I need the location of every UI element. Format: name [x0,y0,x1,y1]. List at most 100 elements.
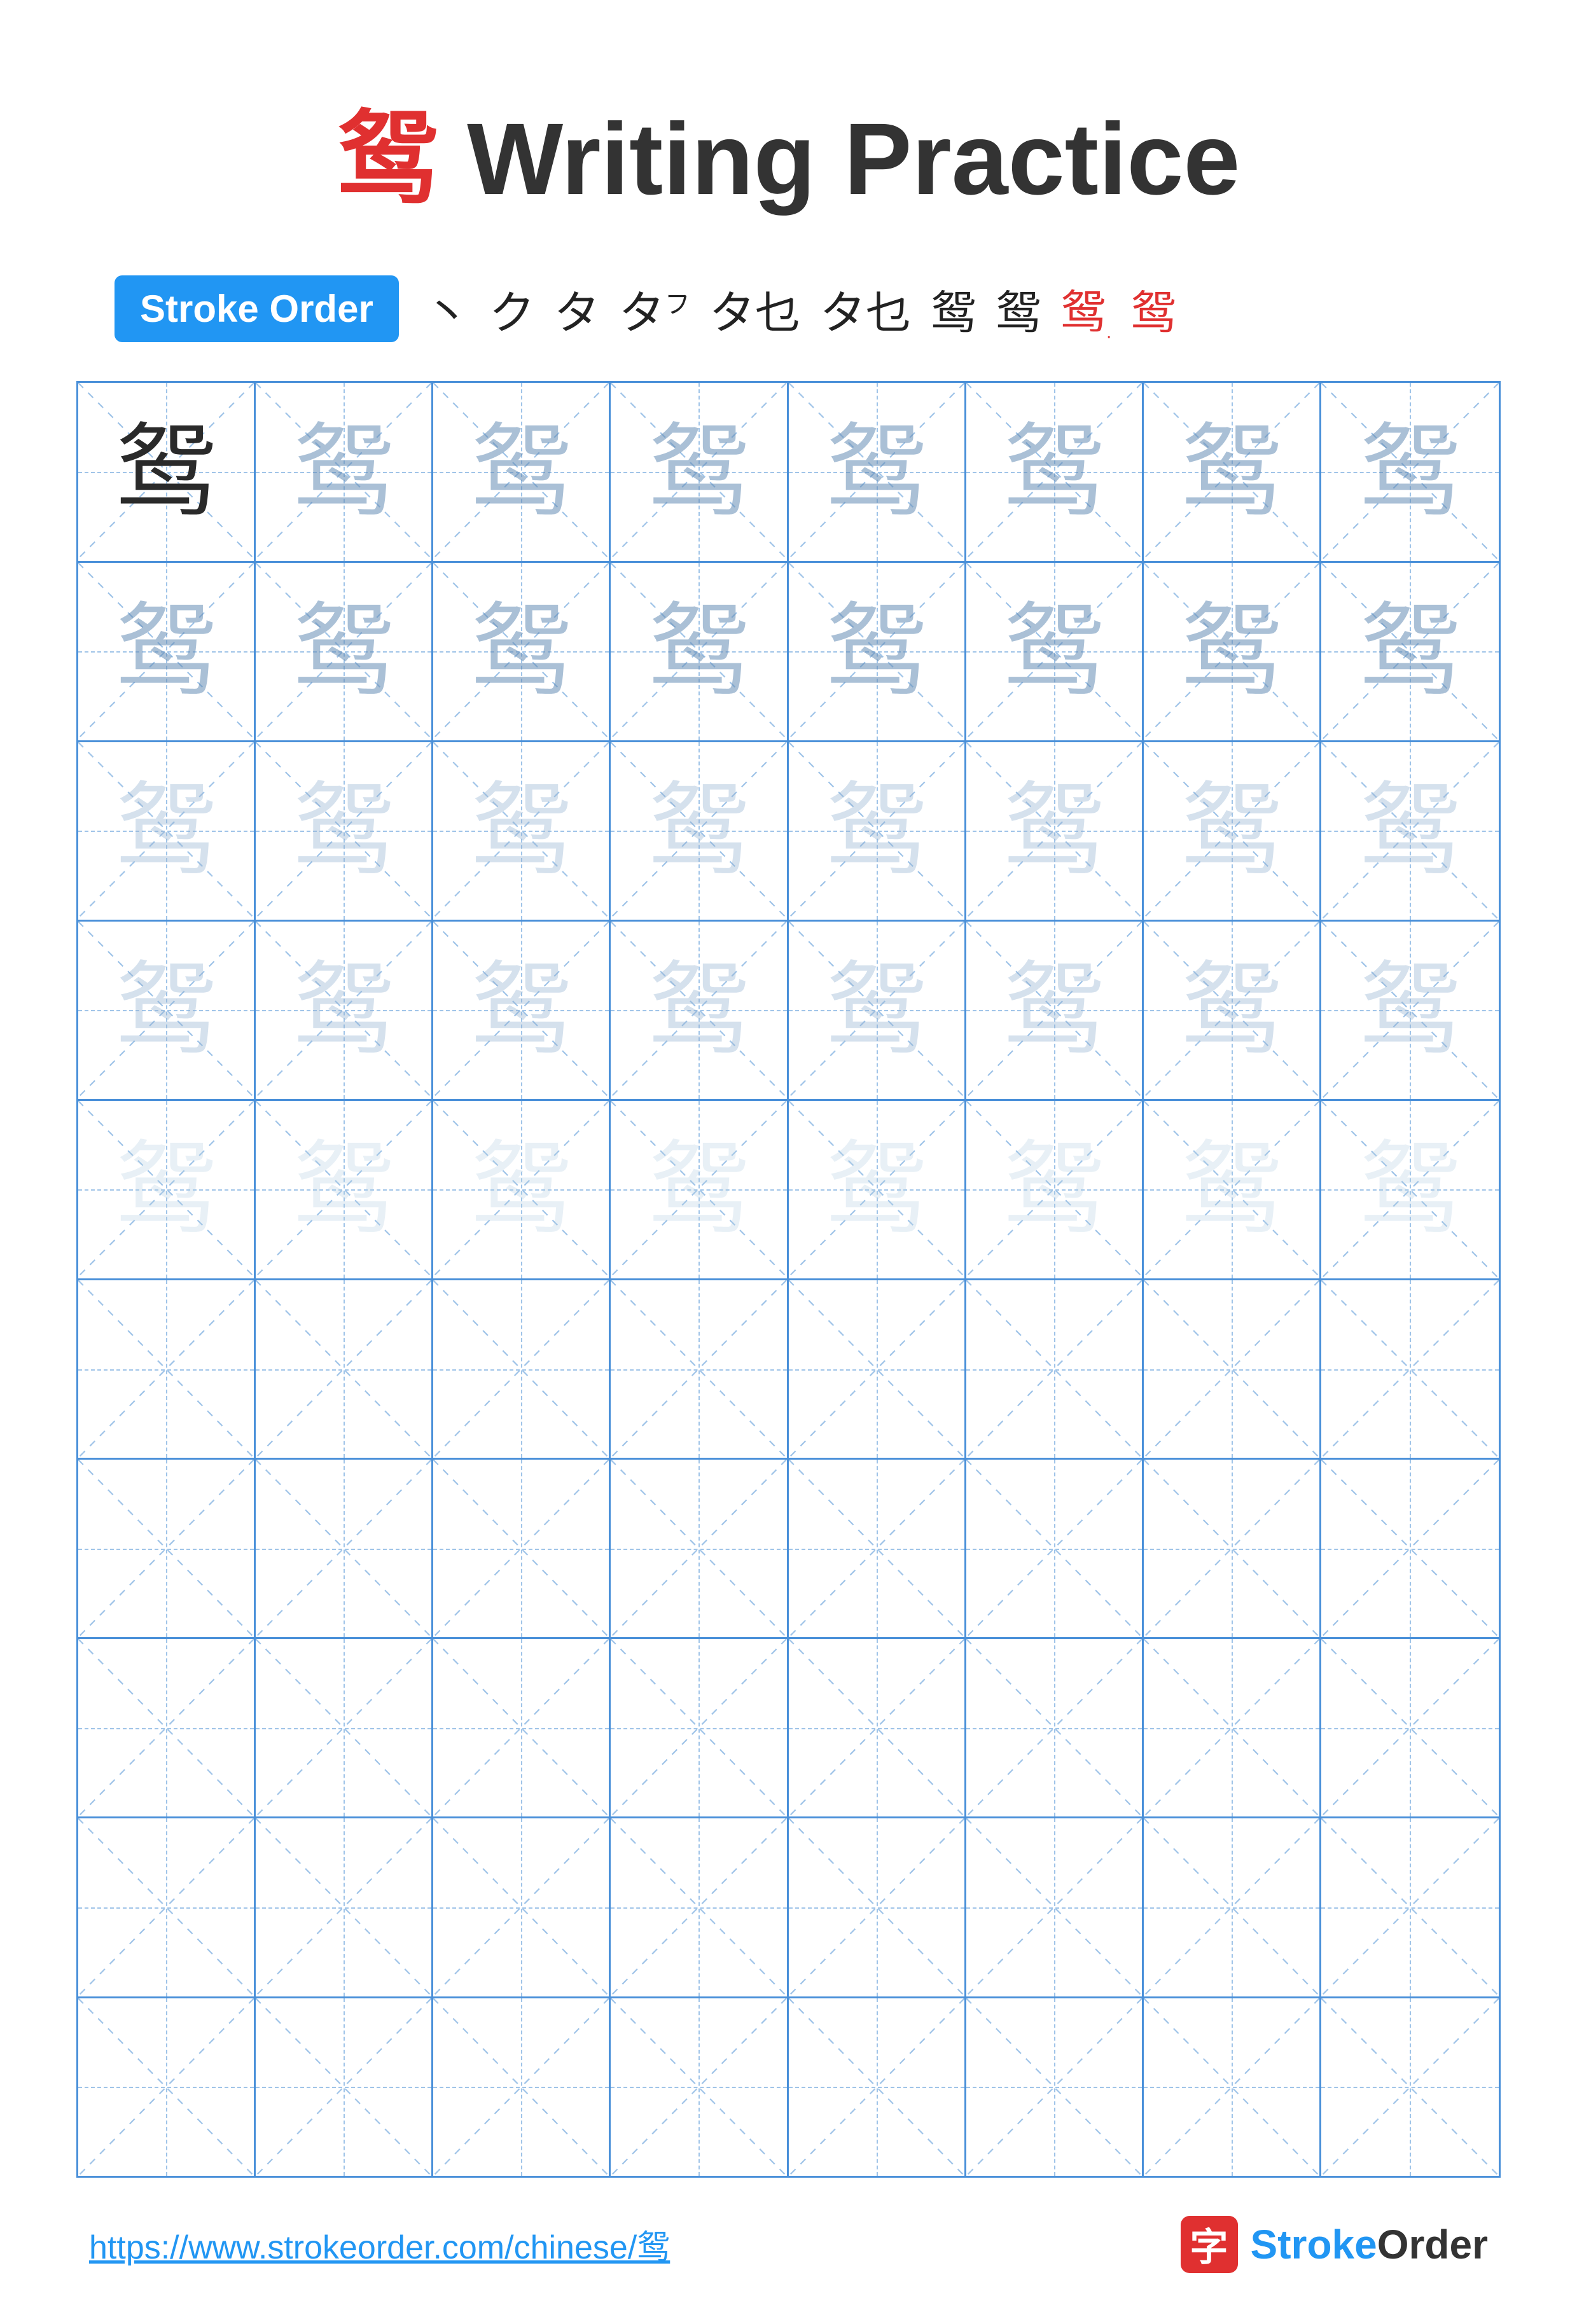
stroke-order-row: Stroke Order 丶 ク タ タフ タ乜 タ乜 鸳 鸳 鸳. 鸳 [115,275,1176,343]
grid-cell-9-2[interactable] [256,1818,433,1996]
grid-cell-6-5[interactable] [789,1280,966,1458]
stroke-char-5: タ乜 [709,275,801,342]
grid-cell-5-5[interactable]: 鸳 [789,1101,966,1278]
grid-row-6 [78,1280,1499,1460]
grid-cell-8-4[interactable] [611,1639,788,1816]
grid-cell-9-3[interactable] [433,1818,611,1996]
grid-cell-9-7[interactable] [1144,1818,1321,1996]
grid-row-4: 鸳 鸳 鸳 鸳 [78,922,1499,1101]
practice-char-dark: 鸳 [115,421,217,523]
grid-row-8 [78,1639,1499,1818]
logo-text: StrokeOrder [1251,2221,1488,2268]
grid-cell-2-7[interactable]: 鸳 [1144,563,1321,740]
grid-cell-5-8[interactable]: 鸳 [1321,1101,1499,1278]
grid-cell-10-7[interactable] [1144,1998,1321,2176]
grid-cell-8-5[interactable] [789,1639,966,1816]
footer-url-link[interactable]: https://www.strokeorder.com/chinese/鸳 [89,2220,670,2268]
grid-cell-2-1[interactable]: 鸳 [78,563,256,740]
grid-cell-5-6[interactable]: 鸳 [966,1101,1144,1278]
grid-cell-3-7[interactable]: 鸳 [1144,742,1321,920]
grid-cell-10-6[interactable] [966,1998,1144,2176]
grid-cell-5-2[interactable]: 鸳 [256,1101,433,1278]
grid-cell-8-3[interactable] [433,1639,611,1816]
grid-cell-4-5[interactable]: 鸳 [789,922,966,1099]
grid-cell-4-6[interactable]: 鸳 [966,922,1144,1099]
grid-cell-10-5[interactable] [789,1998,966,2176]
grid-cell-8-8[interactable] [1321,1639,1499,1816]
footer-logo: 字 StrokeOrder [1181,2216,1488,2273]
grid-cell-7-2[interactable] [256,1460,433,1637]
grid-cell-6-8[interactable] [1321,1280,1499,1458]
grid-cell-3-3[interactable]: 鸳 [433,742,611,920]
grid-cell-2-3[interactable]: 鸳 [433,563,611,740]
grid-row-2: 鸳 鸳 鸳 鸳 [78,563,1499,742]
grid-cell-1-4[interactable]: 鸳 [611,383,788,560]
grid-cell-6-4[interactable] [611,1280,788,1458]
grid-cell-4-7[interactable]: 鸳 [1144,922,1321,1099]
grid-row-10 [78,1998,1499,2176]
grid-cell-4-3[interactable]: 鸳 [433,922,611,1099]
grid-cell-10-2[interactable] [256,1998,433,2176]
grid-cell-5-3[interactable]: 鸳 [433,1101,611,1278]
grid-cell-10-1[interactable] [78,1998,256,2176]
stroke-char-8: 鸳 [996,275,1041,342]
grid-cell-10-8[interactable] [1321,1998,1499,2176]
grid-cell-3-2[interactable]: 鸳 [256,742,433,920]
grid-cell-7-7[interactable] [1144,1460,1321,1637]
grid-cell-9-6[interactable] [966,1818,1144,1996]
grid-cell-2-4[interactable]: 鸳 [611,563,788,740]
stroke-order-badge: Stroke Order [115,275,399,342]
grid-cell-1-6[interactable]: 鸳 [966,383,1144,560]
grid-cell-6-7[interactable] [1144,1280,1321,1458]
grid-cell-7-6[interactable] [966,1460,1144,1637]
grid-cell-10-3[interactable] [433,1998,611,2176]
grid-cell-9-4[interactable] [611,1818,788,1996]
grid-cell-5-1[interactable]: 鸳 [78,1101,256,1278]
grid-cell-3-1[interactable]: 鸳 [78,742,256,920]
stroke-char-1: 丶 [424,275,470,342]
grid-cell-5-4[interactable]: 鸳 [611,1101,788,1278]
grid-cell-1-1[interactable]: 鸳 [78,383,256,560]
grid-cell-3-5[interactable]: 鸳 [789,742,966,920]
grid-cell-10-4[interactable] [611,1998,788,2176]
grid-row-1: 鸳 鸳 鸳 鸳 [78,383,1499,562]
grid-cell-6-3[interactable] [433,1280,611,1458]
grid-cell-4-2[interactable]: 鸳 [256,922,433,1099]
grid-cell-9-5[interactable] [789,1818,966,1996]
grid-cell-8-7[interactable] [1144,1639,1321,1816]
grid-cell-6-2[interactable] [256,1280,433,1458]
grid-cell-1-2[interactable]: 鸳 [256,383,433,560]
grid-cell-7-3[interactable] [433,1460,611,1637]
grid-cell-8-1[interactable] [78,1639,256,1816]
grid-cell-7-4[interactable] [611,1460,788,1637]
grid-cell-7-5[interactable] [789,1460,966,1637]
grid-cell-2-5[interactable]: 鸳 [789,563,966,740]
grid-cell-3-8[interactable]: 鸳 [1321,742,1499,920]
grid-cell-4-8[interactable]: 鸳 [1321,922,1499,1099]
grid-cell-7-8[interactable] [1321,1460,1499,1637]
grid-cell-3-6[interactable]: 鸳 [966,742,1144,920]
grid-cell-9-8[interactable] [1321,1818,1499,1996]
title-area: 鸳 Writing Practice [337,76,1240,224]
practice-grid: 鸳 鸳 鸳 鸳 [76,381,1501,2177]
grid-cell-2-6[interactable]: 鸳 [966,563,1144,740]
grid-cell-9-1[interactable] [78,1818,256,1996]
grid-cell-2-2[interactable]: 鸳 [256,563,433,740]
grid-cell-6-6[interactable] [966,1280,1144,1458]
grid-cell-3-4[interactable]: 鸳 [611,742,788,920]
grid-row-9 [78,1818,1499,1998]
stroke-char-9: 鸳. [1060,275,1111,343]
grid-cell-5-7[interactable]: 鸳 [1144,1101,1321,1278]
grid-cell-6-1[interactable] [78,1280,256,1458]
grid-cell-4-4[interactable]: 鸳 [611,922,788,1099]
grid-cell-1-3[interactable]: 鸳 [433,383,611,560]
grid-cell-7-1[interactable] [78,1460,256,1637]
grid-cell-1-5[interactable]: 鸳 [789,383,966,560]
grid-cell-8-2[interactable] [256,1639,433,1816]
stroke-char-7: 鸳 [931,275,976,342]
grid-cell-1-8[interactable]: 鸳 [1321,383,1499,560]
grid-cell-4-1[interactable]: 鸳 [78,922,256,1099]
grid-cell-2-8[interactable]: 鸳 [1321,563,1499,740]
grid-cell-1-7[interactable]: 鸳 [1144,383,1321,560]
grid-cell-8-6[interactable] [966,1639,1144,1816]
